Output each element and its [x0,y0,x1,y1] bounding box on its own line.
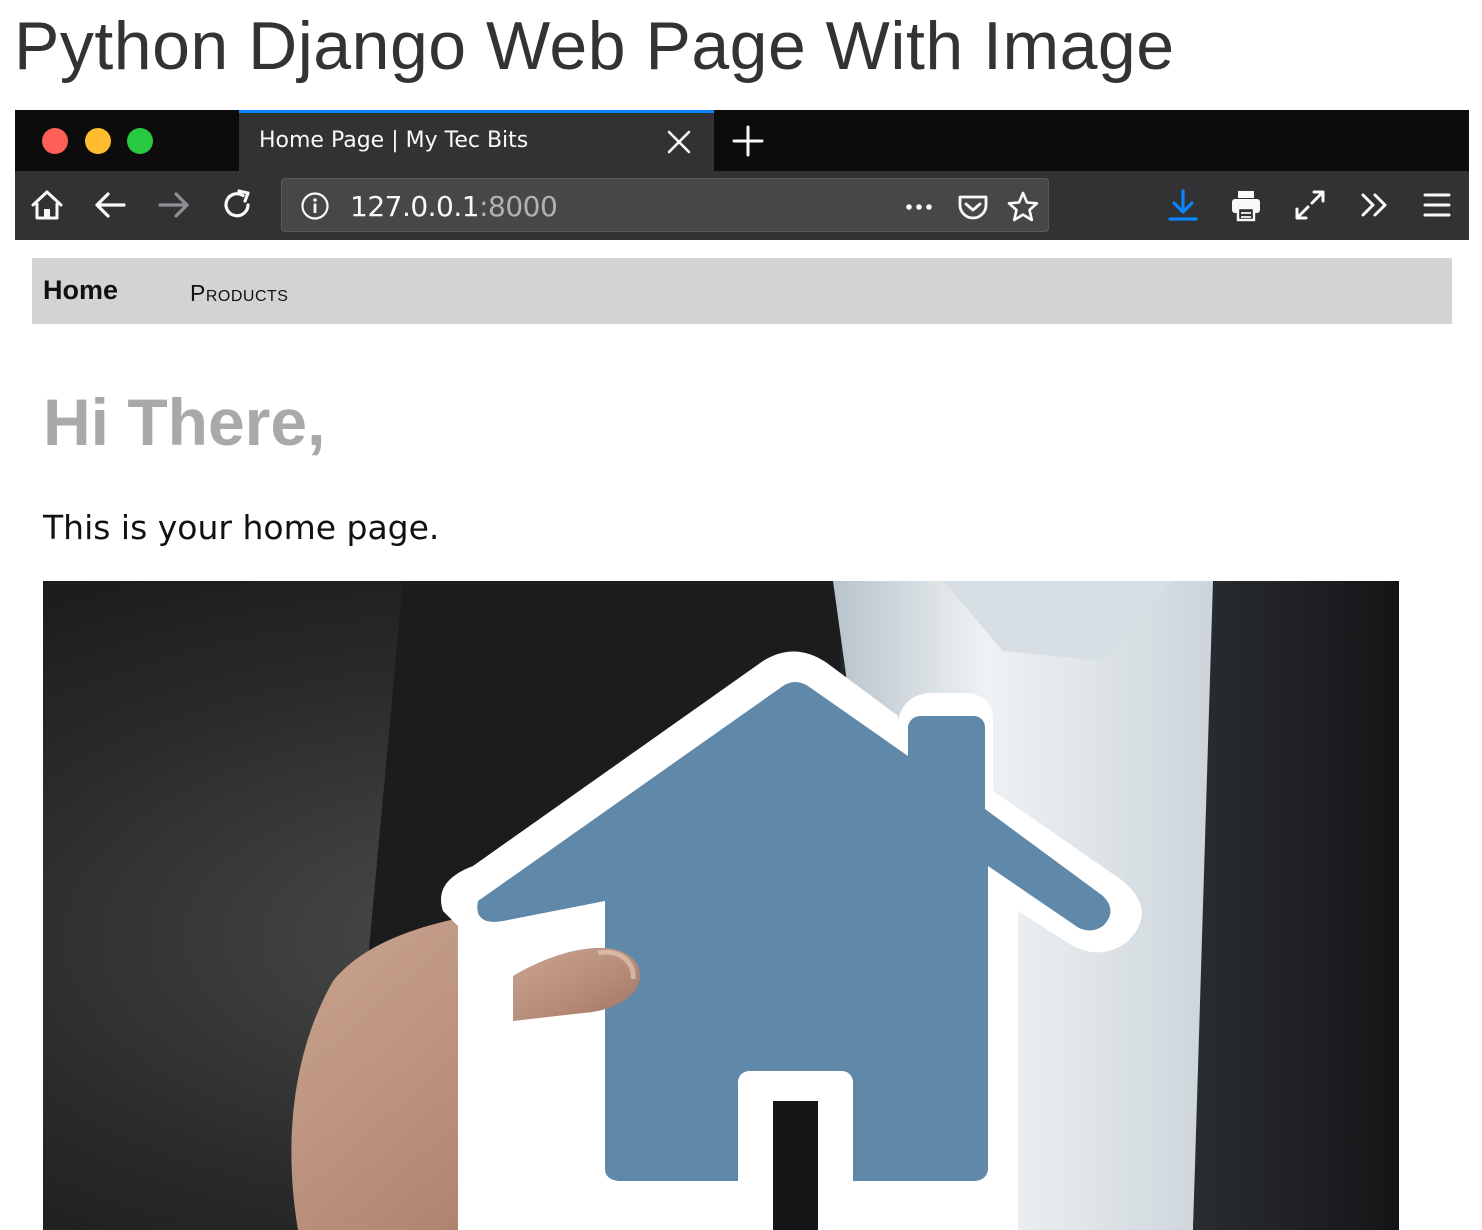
print-icon[interactable] [1228,187,1264,223]
fullscreen-icon[interactable] [1292,187,1328,223]
overflow-chevron-icon[interactable] [1356,187,1392,223]
site-navigation-bar: Home Products [32,258,1452,324]
star-icon[interactable] [1006,190,1040,224]
nav-link-products[interactable]: Products [190,280,288,307]
close-tab-icon[interactable] [664,127,694,157]
forward-arrow-icon[interactable] [156,187,192,223]
tab-title: Home Page | My Tec Bits [259,128,529,153]
url-host: 127.0.0.1 [350,190,480,223]
maximize-window-button[interactable] [127,128,153,154]
browser-window: Home Page | My Tec Bits 127.0.0.1:8000 [15,110,1469,240]
nav-link-home[interactable]: Home [43,275,118,306]
address-bar[interactable]: 127.0.0.1:8000 [281,178,1049,232]
download-icon[interactable] [1165,187,1201,223]
intro-paragraph: This is your home page. [43,508,440,547]
new-tab-icon[interactable] [731,124,765,158]
minimize-window-button[interactable] [85,128,111,154]
hand-holding-house-icon [43,581,1399,1230]
pocket-icon[interactable] [956,190,990,224]
hero-image [43,581,1399,1230]
close-window-button[interactable] [42,128,68,154]
greeting-heading: Hi There, [43,385,326,459]
url-port: :8000 [479,190,558,223]
url-text[interactable]: 127.0.0.1:8000 [350,190,558,223]
navigation-toolbar: 127.0.0.1:8000 [15,171,1469,240]
page-title: Python Django Web Page With Image [14,8,1175,84]
more-dots-icon[interactable] [902,190,936,224]
reload-icon[interactable] [219,187,255,223]
tab-bar: Home Page | My Tec Bits [15,110,1469,171]
hamburger-menu-icon[interactable] [1419,187,1455,223]
home-icon[interactable] [29,187,65,223]
back-arrow-icon[interactable] [92,187,128,223]
info-icon[interactable] [300,191,330,221]
browser-tab-active[interactable]: Home Page | My Tec Bits [239,110,714,171]
